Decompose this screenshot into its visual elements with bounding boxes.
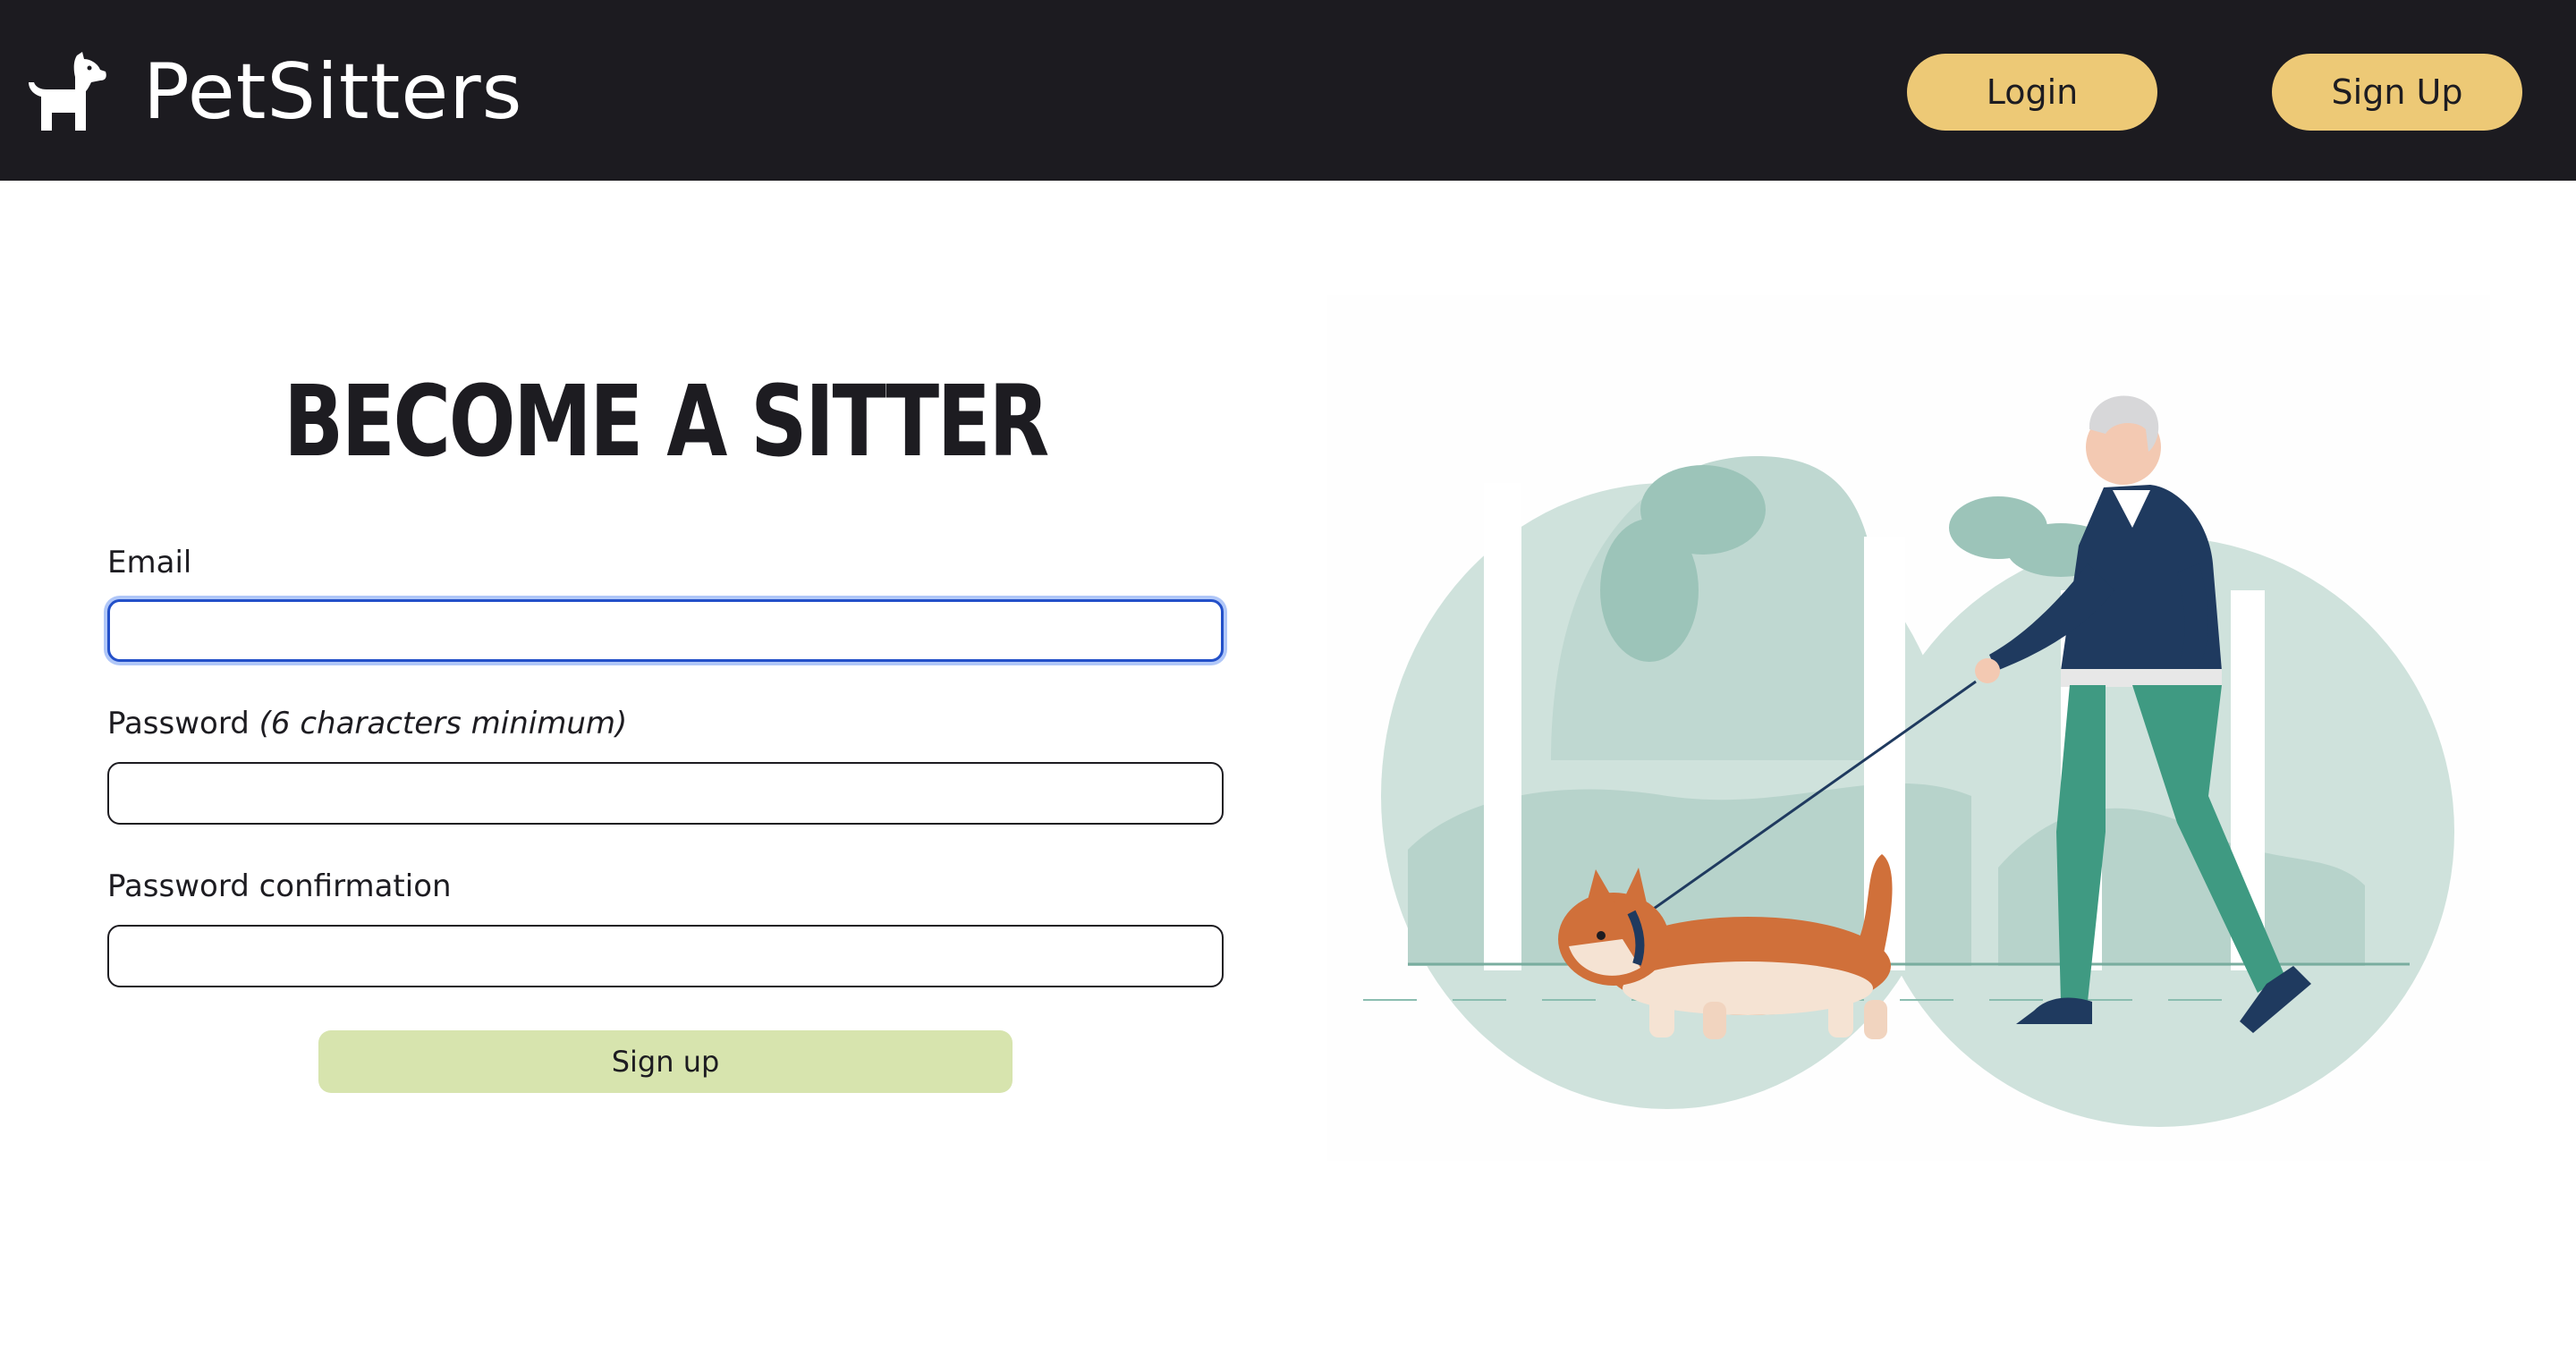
password-confirmation-label: Password confirmation bbox=[107, 868, 452, 904]
password-label-text: Password bbox=[107, 706, 250, 741]
password-confirmation-field[interactable] bbox=[107, 925, 1224, 987]
dog-icon bbox=[29, 52, 106, 131]
password-label: Password (6 characters minimum) bbox=[107, 708, 627, 739]
password-hint: (6 characters minimum) bbox=[258, 706, 628, 741]
email-label: Email bbox=[107, 545, 192, 580]
navbar: PetSitters Login Sign Up bbox=[0, 0, 2576, 181]
email-field[interactable] bbox=[107, 599, 1224, 662]
brand-link[interactable]: PetSitters bbox=[25, 50, 522, 134]
man-walking-corgi-illustration bbox=[1327, 295, 2490, 1161]
illustration-svg bbox=[1363, 395, 2454, 1127]
signup-nav-button[interactable]: Sign Up bbox=[2272, 54, 2522, 131]
page-title: BECOME A SITTER bbox=[284, 364, 1049, 479]
password-field[interactable] bbox=[107, 762, 1224, 825]
signup-submit-button[interactable]: Sign up bbox=[318, 1030, 1013, 1093]
login-button[interactable]: Login bbox=[1907, 54, 2157, 131]
brand-name: PetSitters bbox=[143, 47, 523, 137]
